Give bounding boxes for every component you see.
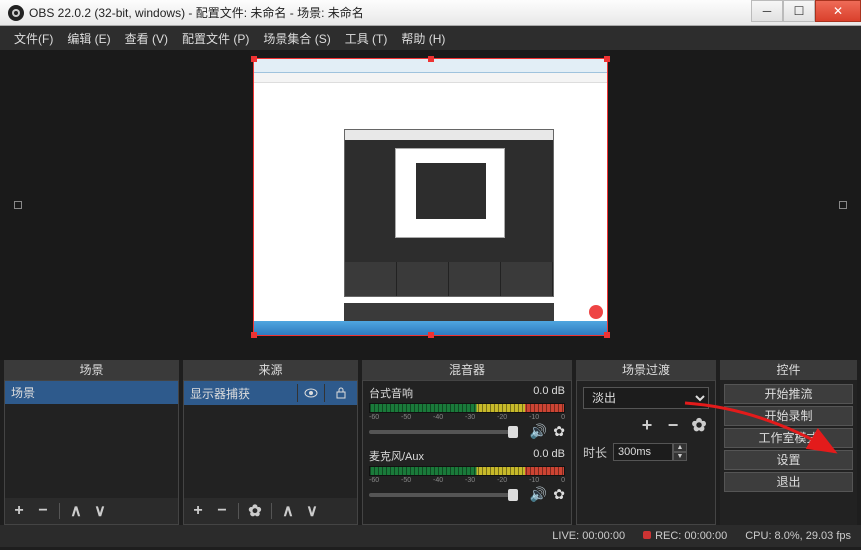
preview-area[interactable] xyxy=(0,50,861,360)
status-rec: REC: 00:00:00 xyxy=(643,530,727,542)
separator xyxy=(238,503,239,519)
start-recording-button[interactable]: 开始录制 xyxy=(724,406,853,426)
mixer-db: 0.0 dB xyxy=(533,448,565,464)
start-streaming-button[interactable]: 开始推流 xyxy=(724,384,853,404)
separator xyxy=(59,503,60,519)
minimize-button[interactable]: ─ xyxy=(751,0,783,22)
dock-scenes-header: 场景 xyxy=(4,360,179,380)
menu-profile[interactable]: 配置文件 (P) xyxy=(176,28,255,49)
speaker-icon[interactable]: 🔊 xyxy=(530,486,547,503)
scenes-toolbar: + − ∧ ∨ xyxy=(5,498,178,524)
dock-scenes: 场景 场景 + − ∧ ∨ xyxy=(4,360,179,525)
transition-add-button[interactable]: + xyxy=(637,415,657,435)
mixer-channel: 台式音响 0.0 dB -60-50-40-30-20-100 🔊 ✿ xyxy=(363,381,571,444)
crop-handle-left[interactable] xyxy=(14,201,22,209)
scene-add-button[interactable]: + xyxy=(9,501,29,521)
vu-meter xyxy=(369,466,565,476)
transition-select[interactable]: 淡出 xyxy=(583,387,709,409)
gear-icon[interactable]: ✿ xyxy=(553,486,565,503)
dock-transitions: 场景过渡 淡出 + − ✿ 时长 ▲▼ xyxy=(576,360,716,525)
menubar: 文件(F) 编辑 (E) 查看 (V) 配置文件 (P) 场景集合 (S) 工具… xyxy=(0,26,861,50)
studio-mode-button[interactable]: 工作室模式 xyxy=(724,428,853,448)
dock-mixer-header: 混音器 xyxy=(362,360,572,380)
crop-handle-right[interactable] xyxy=(839,201,847,209)
scene-down-button[interactable]: ∨ xyxy=(90,501,110,521)
duration-input[interactable] xyxy=(613,443,673,461)
transition-remove-button[interactable]: − xyxy=(663,415,683,435)
source-remove-button[interactable]: − xyxy=(212,501,232,521)
dock-mixer: 混音器 台式音响 0.0 dB -60-50-40-30-20-100 🔊 ✿ 麦… xyxy=(362,360,572,525)
vu-meter xyxy=(369,403,565,413)
scene-remove-button[interactable]: − xyxy=(33,501,53,521)
captured-display xyxy=(254,59,607,335)
mixer-channel: 麦克风/Aux 0.0 dB -60-50-40-30-20-100 🔊 ✿ xyxy=(363,444,571,507)
scene-up-button[interactable]: ∧ xyxy=(66,501,86,521)
visibility-icon[interactable] xyxy=(297,384,325,402)
record-indicator-icon xyxy=(643,531,651,539)
status-cpu: CPU: 8.0%, 29.03 fps xyxy=(745,530,851,542)
source-label: 显示器捕获 xyxy=(190,385,250,402)
volume-slider[interactable] xyxy=(369,430,518,434)
app-icon xyxy=(8,5,24,21)
window-titlebar: OBS 22.0.2 (32-bit, windows) - 配置文件: 未命名… xyxy=(0,0,861,26)
speaker-icon[interactable]: 🔊 xyxy=(530,423,547,440)
source-up-button[interactable]: ∧ xyxy=(278,501,298,521)
exit-button[interactable]: 退出 xyxy=(724,472,853,492)
menu-edit[interactable]: 编辑 (E) xyxy=(61,28,116,49)
transition-settings-button[interactable]: ✿ xyxy=(689,415,709,435)
dock-controls-header: 控件 xyxy=(720,360,857,380)
preview-source-selection[interactable] xyxy=(253,58,608,336)
dock-sources-header: 来源 xyxy=(183,360,358,380)
status-bar: LIVE: 00:00:00 REC: 00:00:00 CPU: 8.0%, … xyxy=(0,525,861,547)
duration-label: 时长 xyxy=(583,444,607,461)
source-add-button[interactable]: + xyxy=(188,501,208,521)
source-settings-button[interactable]: ✿ xyxy=(245,501,265,521)
maximize-button[interactable]: ☐ xyxy=(783,0,815,22)
source-down-button[interactable]: ∨ xyxy=(302,501,322,521)
menu-help[interactable]: 帮助 (H) xyxy=(395,28,451,49)
mixer-name: 麦克风/Aux xyxy=(369,448,424,464)
close-button[interactable]: ✕ xyxy=(815,0,861,22)
separator xyxy=(271,503,272,519)
lock-icon[interactable] xyxy=(331,387,351,399)
menu-view[interactable]: 查看 (V) xyxy=(119,28,174,49)
settings-button[interactable]: 设置 xyxy=(724,450,853,470)
source-list-item[interactable]: 显示器捕获 xyxy=(184,381,357,405)
mixer-name: 台式音响 xyxy=(369,385,413,401)
scene-list-item[interactable]: 场景 xyxy=(5,381,178,404)
vu-scale: -60-50-40-30-20-100 xyxy=(369,477,565,485)
menu-file[interactable]: 文件(F) xyxy=(8,28,59,49)
sources-toolbar: + − ✿ ∧ ∨ xyxy=(184,498,357,524)
dock-controls: 控件 开始推流 开始录制 工作室模式 设置 退出 xyxy=(720,360,857,525)
mixer-db: 0.0 dB xyxy=(533,385,565,401)
duration-down[interactable]: ▼ xyxy=(673,452,687,461)
volume-slider[interactable] xyxy=(369,493,518,497)
duration-up[interactable]: ▲ xyxy=(673,443,687,452)
dock-transitions-header: 场景过渡 xyxy=(576,360,716,380)
gear-icon[interactable]: ✿ xyxy=(553,423,565,440)
menu-scene-collection[interactable]: 场景集合 (S) xyxy=(257,28,336,49)
docks-row: 场景 场景 + − ∧ ∨ 来源 显示器捕获 + − ✿ xyxy=(0,360,861,525)
dock-sources: 来源 显示器捕获 + − ✿ ∧ ∨ xyxy=(183,360,358,525)
status-live: LIVE: 00:00:00 xyxy=(552,530,625,542)
window-title: OBS 22.0.2 (32-bit, windows) - 配置文件: 未命名… xyxy=(29,4,751,21)
vu-scale: -60-50-40-30-20-100 xyxy=(369,414,565,422)
menu-tools[interactable]: 工具 (T) xyxy=(339,28,394,49)
